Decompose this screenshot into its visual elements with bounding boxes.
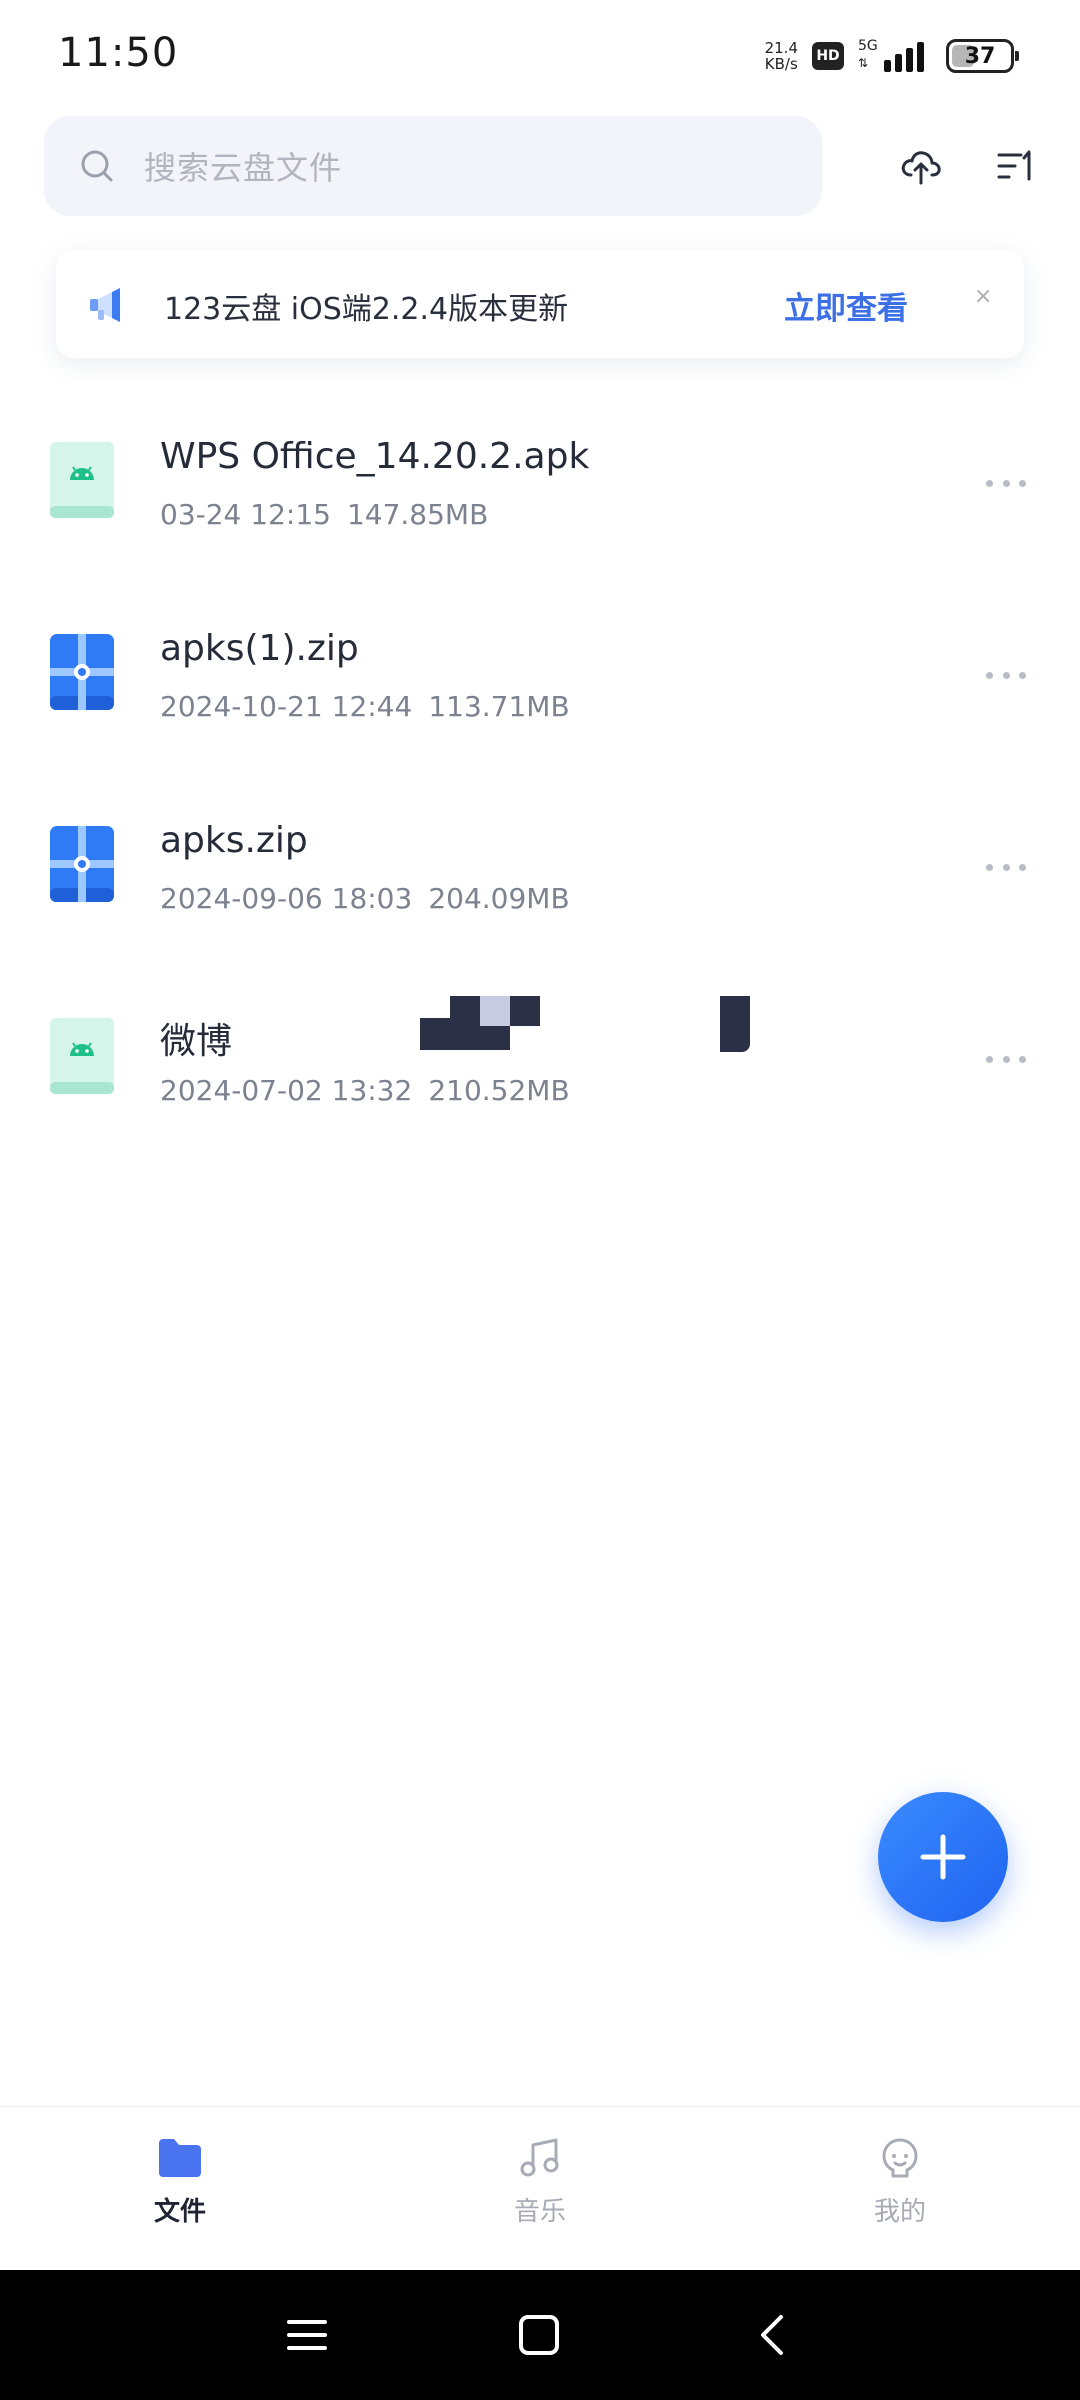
- signal-icon: 5G ⇅: [858, 38, 932, 74]
- search-input[interactable]: 搜索云盘文件: [44, 116, 822, 216]
- redaction-block: [480, 996, 510, 1026]
- list-item[interactable]: apks(1).zip 2024-10-21 12:44 113.71MB: [0, 592, 1080, 784]
- redaction-block: [420, 1018, 450, 1050]
- close-icon[interactable]: ×: [974, 284, 992, 309]
- back-icon[interactable]: [748, 2310, 798, 2360]
- hd-badge: HD: [812, 42, 844, 70]
- file-size: 113.71MB: [428, 690, 570, 723]
- add-button[interactable]: [878, 1792, 1008, 1922]
- file-date: 2024-07-02 13:32: [160, 1074, 413, 1107]
- status-bar: 11:50 21.4 KB/s HD 5G ⇅ 37: [0, 0, 1080, 110]
- file-name: 微博: [160, 1021, 233, 1062]
- file-name: WPS Office_14.20.2.apk: [160, 436, 590, 477]
- file-size: 204.09MB: [428, 882, 570, 915]
- search-icon: [81, 150, 113, 182]
- home-icon[interactable]: [514, 2310, 564, 2360]
- more-options-icon[interactable]: [986, 480, 1026, 490]
- zip-archive-icon: [50, 826, 114, 902]
- tab-label: 我的: [873, 2197, 926, 2227]
- file-meta: 2024-10-21 12:44 113.71MB: [160, 690, 570, 723]
- network-speed: 21.4 KB/s: [764, 39, 798, 73]
- folder-icon: [159, 2139, 201, 2177]
- tab-profile[interactable]: 我的: [800, 2137, 1000, 2228]
- more-options-icon[interactable]: [986, 864, 1026, 874]
- menu-icon[interactable]: [282, 2310, 332, 2360]
- plus-icon: [920, 1834, 966, 1880]
- megaphone-icon: [90, 288, 120, 322]
- more-options-icon[interactable]: [986, 672, 1026, 682]
- file-name: apks.zip: [160, 820, 308, 861]
- tab-files[interactable]: 文件: [80, 2137, 280, 2228]
- music-icon: [520, 2138, 559, 2177]
- tab-label: 文件: [153, 2197, 206, 2227]
- cloud-upload-icon[interactable]: [896, 142, 946, 192]
- search-placeholder: 搜索云盘文件: [144, 149, 343, 187]
- update-notice-banner[interactable]: 123云盘 iOS端2.2.4版本更新 立即查看 ×: [56, 250, 1024, 358]
- redaction-block: [510, 996, 540, 1026]
- bottom-nav: 文件 音乐 我的: [0, 2106, 1080, 2270]
- file-size: 210.52MB: [428, 1074, 570, 1107]
- file-name: apks(1).zip: [160, 628, 359, 669]
- view-now-link[interactable]: 立即查看: [784, 283, 908, 328]
- battery-icon: 37: [946, 39, 1019, 73]
- file-meta: 03-24 12:15 147.85MB: [160, 498, 488, 531]
- list-item[interactable]: 微博 2024-07-02 13:32 210.52MB: [0, 976, 1080, 1168]
- android-apk-icon: [50, 1018, 114, 1094]
- list-item[interactable]: WPS Office_14.20.2.apk 03-24 12:15 147.85…: [0, 400, 1080, 592]
- file-date: 2024-09-06 18:03: [160, 882, 413, 915]
- android-apk-icon: [50, 442, 114, 518]
- tab-label: 音乐: [513, 2197, 566, 2227]
- system-nav-bar: [0, 2270, 1080, 2400]
- tab-music[interactable]: 音乐: [440, 2137, 640, 2228]
- profile-icon: [882, 2138, 918, 2178]
- more-options-icon[interactable]: [986, 1056, 1026, 1066]
- file-meta: 2024-09-06 18:03 204.09MB: [160, 882, 570, 915]
- redaction-block: [450, 996, 480, 1050]
- file-date: 03-24 12:15: [160, 498, 331, 531]
- file-date: 2024-10-21 12:44: [160, 690, 413, 723]
- status-indicators: 21.4 KB/s HD 5G ⇅ 37: [764, 36, 1019, 76]
- sort-icon[interactable]: [990, 142, 1040, 192]
- redaction-block: [720, 996, 750, 1052]
- zip-archive-icon: [50, 634, 114, 710]
- notice-text: 123云盘 iOS端2.2.4版本更新: [164, 292, 569, 327]
- redaction-block: [480, 1026, 510, 1050]
- file-meta: 2024-07-02 13:32 210.52MB: [160, 1074, 570, 1107]
- file-list: WPS Office_14.20.2.apk 03-24 12:15 147.85…: [0, 400, 1080, 1168]
- status-time: 11:50: [58, 30, 179, 76]
- file-size: 147.85MB: [346, 498, 489, 531]
- list-item[interactable]: apks.zip 2024-09-06 18:03 204.09MB: [0, 784, 1080, 976]
